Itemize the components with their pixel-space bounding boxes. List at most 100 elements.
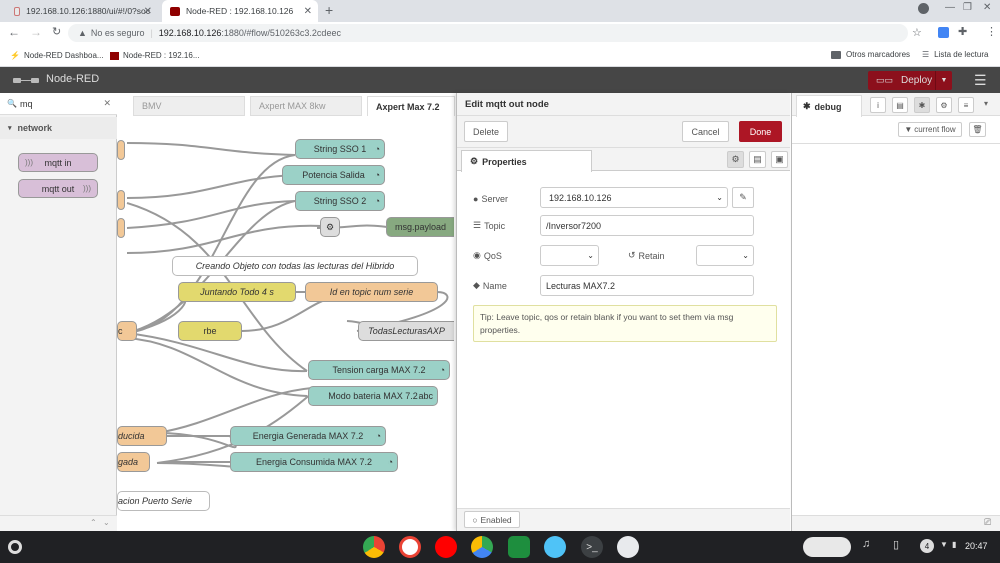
phone-icon[interactable]: ▯ xyxy=(893,538,899,551)
flow-node-ducida[interactable]: ducida xyxy=(117,426,167,446)
tab-debug[interactable]: ✱ debug xyxy=(796,95,862,117)
tab-properties[interactable]: ⚙ Properties xyxy=(461,150,592,172)
server-select[interactable]: 192.168.10.126 ⌄ xyxy=(540,187,728,208)
reading-list[interactable]: ☰ Lista de lectura xyxy=(922,50,988,59)
url-path: :1880/#flow/510263c3.2cdeec xyxy=(221,28,341,38)
reload-icon[interactable]: ↻ xyxy=(52,25,61,38)
flow-node-msg-payload[interactable]: msg.payload xyxy=(386,217,454,237)
done-button[interactable]: Done xyxy=(739,121,782,142)
other-bookmarks[interactable]: Otros marcadores xyxy=(831,50,910,59)
clear-search-icon[interactable]: ✕ xyxy=(103,98,111,109)
youtube-icon[interactable] xyxy=(435,536,457,558)
delete-button[interactable]: Delete xyxy=(464,121,508,142)
star-icon[interactable]: ☆ xyxy=(912,26,922,39)
flow-node-energia-consumida[interactable]: Energia Consumida MAX 7.2 ◔ xyxy=(230,452,398,472)
weather-icon[interactable] xyxy=(544,536,566,558)
close-window-icon[interactable]: ✕ xyxy=(983,2,991,13)
close-tab-icon[interactable]: ✕ xyxy=(144,6,152,17)
cancel-button[interactable]: Cancel xyxy=(682,121,729,142)
deploy-dropdown-icon[interactable]: ▼ xyxy=(935,71,952,90)
palette-node-mqtt-in[interactable]: ))) mqtt in xyxy=(18,153,98,172)
popout-icon[interactable]: ⎚ xyxy=(984,517,991,528)
notification-badge[interactable]: 4 xyxy=(920,539,934,553)
tray-pill[interactable] xyxy=(803,537,851,557)
flow-node-id-en-topic[interactable]: Id en topic num serie xyxy=(305,282,438,302)
filter-button[interactable]: ▼ current flow xyxy=(898,122,962,137)
palette-node-mqtt-out[interactable]: mqtt out ))) xyxy=(18,179,98,198)
flow-node-gada[interactable]: gada xyxy=(117,452,150,472)
flow-node-partial[interactable] xyxy=(117,140,125,160)
flow-node-potencia-salida[interactable]: Potencia Salida ◔ xyxy=(282,165,385,185)
browser-tab-dashboard[interactable]: 192.168.10.126:1880/ui/#!/0?soc ✕ xyxy=(6,0,158,22)
help-tab-icon[interactable]: ▤ xyxy=(892,97,908,113)
description-tab-icon[interactable]: ▤ xyxy=(749,151,766,168)
flow-node-c[interactable]: c xyxy=(117,321,137,341)
node-label: gada xyxy=(118,457,139,467)
node-settings-tab-icon[interactable]: ⚙ xyxy=(727,151,744,168)
qos-select[interactable]: ⌄ xyxy=(540,245,599,266)
play-store-icon[interactable] xyxy=(471,536,493,558)
chrome-icon[interactable] xyxy=(363,536,385,558)
close-tab-icon[interactable]: ✕ xyxy=(304,6,312,17)
bookmark-node-red[interactable]: Node-RED : 192.16... xyxy=(110,51,199,60)
extensions-icon[interactable]: ✚ xyxy=(958,25,967,38)
flow-node-juntando-todo[interactable]: Juntando Todo 4 s xyxy=(178,282,296,302)
flow-node-energia-generada[interactable]: Energia Generada MAX 7.2 ◔ xyxy=(230,426,386,446)
enabled-toggle[interactable]: ○ Enabled xyxy=(464,511,520,528)
drive-extension-icon[interactable] xyxy=(938,27,949,38)
clear-debug-button[interactable]: 🗑 xyxy=(969,122,986,137)
flow-node-todas-lecturas[interactable]: TodasLecturasAXP xyxy=(358,321,454,341)
config-tab-icon[interactable]: ⚙ xyxy=(936,97,952,113)
flow-comment[interactable]: Creando Objeto con todas las lecturas de… xyxy=(172,256,418,276)
edit-server-button[interactable]: ✎ xyxy=(732,187,754,208)
tab-axpert-max-8kw[interactable]: Axpert MAX 8kw xyxy=(250,96,362,116)
tab-label: Axpert Max 7.2 xyxy=(376,101,440,112)
main-menu-icon[interactable]: ☰ xyxy=(974,72,987,89)
flow-node-tension-carga[interactable]: Tension carga MAX 7.2 ◔ xyxy=(308,360,450,380)
forward-icon[interactable]: → xyxy=(30,25,42,39)
minimize-icon[interactable]: — xyxy=(945,2,955,13)
sidebar-menu-icon[interactable]: ▾ xyxy=(984,99,988,108)
restore-icon[interactable]: ❐ xyxy=(963,2,972,13)
terminal-icon[interactable]: >_ xyxy=(581,536,603,558)
gmail-icon[interactable] xyxy=(399,536,421,558)
flow-node-function[interactable]: ⚙ xyxy=(320,217,340,237)
deploy-button[interactable]: ▭▭ Deploy ▼ xyxy=(868,71,952,90)
palette-search[interactable]: 🔍 mq ✕ xyxy=(0,93,117,115)
retain-select[interactable]: ⌄ xyxy=(696,245,754,266)
flow-comment-puerto-serie[interactable]: acion Puerto Serie xyxy=(117,491,210,511)
expand-all-icon[interactable]: ⌄ xyxy=(103,518,110,527)
new-tab-icon[interactable]: + xyxy=(325,2,333,18)
tab-bmv[interactable]: BMV xyxy=(133,96,245,116)
palette-footer: ⌃ ⌄ xyxy=(0,515,117,531)
menu-dots-icon[interactable]: ⋮ xyxy=(986,25,997,38)
address-bar[interactable]: ▲ No es seguro | 192.168.10.126 :1880/#f… xyxy=(68,24,922,42)
browser-tab-node-red[interactable]: Node-RED : 192.168.10.126 ✕ xyxy=(162,0,318,22)
media-icon[interactable]: ♫ xyxy=(862,538,870,550)
flow-node-modo-bateria[interactable]: Modo bateria MAX 7.2 abc xyxy=(308,386,438,406)
node-label: acion Puerto Serie xyxy=(118,496,193,506)
flow-node-partial[interactable] xyxy=(117,218,125,238)
palette-category-network[interactable]: ▾ network xyxy=(0,117,117,139)
context-tab-icon[interactable]: ≡ xyxy=(958,97,974,113)
name-input[interactable]: Lecturas MAX7.2 xyxy=(540,275,754,296)
info-tab-icon[interactable]: i xyxy=(870,97,886,113)
flow-node-partial[interactable] xyxy=(117,190,125,210)
topic-input[interactable]: /Inversor7200 xyxy=(540,215,754,236)
appearance-tab-icon[interactable]: ▣ xyxy=(771,151,788,168)
grid-app-icon[interactable] xyxy=(508,536,530,558)
flow-node-string-sso-1[interactable]: String SSO 1 ◔ xyxy=(295,139,385,159)
node-label: msg.payload xyxy=(394,222,447,232)
back-icon[interactable]: ← xyxy=(8,25,20,39)
flow-node-rbe[interactable]: rbe xyxy=(178,321,242,341)
pencil-icon: ✎ xyxy=(739,192,747,202)
collapse-all-icon[interactable]: ⌃ xyxy=(90,518,97,527)
launcher-icon[interactable] xyxy=(8,540,22,554)
app-icon[interactable] xyxy=(617,536,639,558)
palette-search-input[interactable]: mq xyxy=(20,99,33,109)
tab-axpert-max-7-2[interactable]: Axpert Max 7.2 xyxy=(367,96,455,116)
flow-node-string-sso-2[interactable]: String SSO 2 ◔ xyxy=(295,191,385,211)
debug-tab-icon[interactable]: ✱ xyxy=(914,97,930,113)
profile-icon[interactable] xyxy=(918,3,929,14)
bookmark-dashboard[interactable]: ⚡ Node-RED Dashboa... xyxy=(10,51,104,60)
